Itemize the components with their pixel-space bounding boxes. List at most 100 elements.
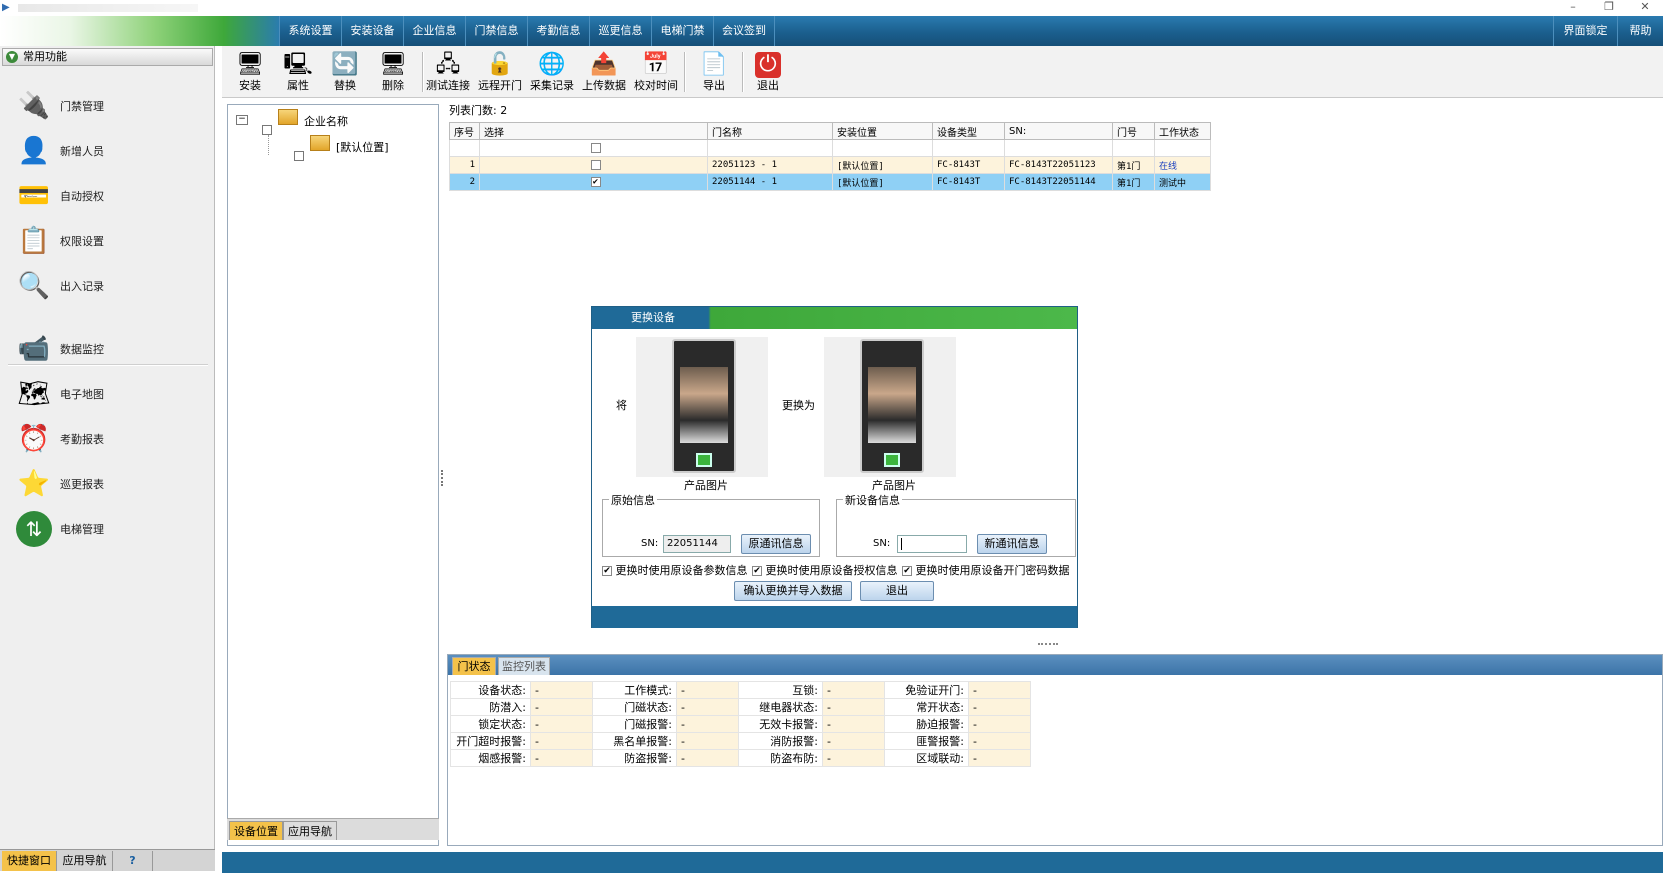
status-key: 区域联动: (884, 749, 969, 767)
original-info-legend: 原始信息 (609, 492, 657, 508)
properties-button[interactable]: 🖳 属性 (272, 50, 324, 96)
tree-root-label[interactable]: 企业名称 (304, 113, 348, 129)
col-door-no[interactable]: 门号 (1112, 122, 1155, 140)
new-info-legend: 新设备信息 (843, 492, 902, 508)
app-logo-icon: ▶ (2, 2, 10, 13)
menu-elevator-access[interactable]: 电梯门禁 (651, 16, 713, 46)
camera-icon: 📹 (17, 334, 51, 364)
check-use-params[interactable]: ✔ 更换时使用原设备参数信息 (602, 562, 748, 578)
nav-add-person[interactable]: 👤 新增人员 (12, 131, 202, 171)
tab-monitor-list[interactable]: 监控列表 (498, 657, 550, 675)
restore-button[interactable]: ❐ (1591, 0, 1627, 16)
menu-access-info[interactable]: 门禁信息 (465, 16, 527, 46)
tab-quick-window[interactable]: 快捷窗口 (2, 851, 57, 871)
common-functions-panel: ▼ 常用功能 🔌 门禁管理 👤 新增人员 💳 自动授权 📋 权限设置 🔍 出入记录 📹 数据… (0, 46, 215, 852)
dialog-exit-button[interactable]: 退出 (860, 581, 934, 601)
replace-button[interactable]: 🔄 替换 (319, 50, 371, 96)
col-work-status[interactable]: 工作状态 (1154, 122, 1211, 140)
menu-lock-interface[interactable]: 界面锁定 (1553, 16, 1617, 46)
menu-attendance-info[interactable]: 考勤信息 (527, 16, 589, 46)
dialog-title: 更换设备 (631, 311, 675, 324)
properties-icon: 🖳 (283, 52, 313, 77)
nav-label: 新增人员 (60, 145, 104, 158)
upload-data-button[interactable]: 📤 上传数据 (578, 50, 630, 96)
nav-label: 权限设置 (60, 235, 104, 248)
col-select[interactable]: 选择 (479, 122, 708, 140)
remote-open-button[interactable]: 🔓 远程开门 (474, 50, 526, 96)
col-location[interactable]: 安装位置 (832, 122, 933, 140)
replace-device-dialog: 更换设备 将 产品图片 更换为 产品图片 原始信息 SN: 22051144 原… (591, 306, 1078, 628)
nav-auto-authorize[interactable]: 💳 自动授权 (12, 176, 202, 216)
status-value: - (822, 749, 885, 767)
delete-button[interactable]: 🖥 删除 (367, 50, 419, 96)
toolbar-label: 替换 (334, 79, 356, 92)
original-comm-info-button[interactable]: 原通讯信息 (741, 534, 811, 554)
close-window-button[interactable]: ✕ (1627, 0, 1663, 16)
tree-collapse-toggle[interactable]: − (236, 115, 248, 125)
tab-door-status[interactable]: 门状态 (452, 657, 496, 675)
nav-access-records[interactable]: 🔍 出入记录 (12, 266, 202, 306)
col-sn[interactable]: SN: (1004, 122, 1113, 140)
nav-attendance-report[interactable]: ⏰ 考勤报表 (12, 419, 202, 459)
tab-app-navigation-tree[interactable]: 应用导航 (283, 821, 337, 840)
nav-elevator-management[interactable]: ⇅ 电梯管理 (12, 509, 202, 549)
confirm-replace-button[interactable]: 确认更换并导入数据 (734, 581, 852, 601)
replace-icon: 🔄 (331, 52, 359, 77)
col-no[interactable]: 序号 (449, 122, 480, 140)
tree-child-label[interactable]: [默认位置] (336, 139, 389, 155)
tab-app-navigation[interactable]: 应用导航 (57, 851, 113, 871)
status-key: 防盗布防: (738, 749, 823, 767)
nav-label: 考勤报表 (60, 433, 104, 446)
nav-permission-settings[interactable]: 📋 权限设置 (12, 221, 202, 261)
nav-electronic-map[interactable]: 🗺 电子地图 (12, 374, 202, 414)
toolbar-label: 远程开门 (478, 79, 522, 92)
nav-data-monitor[interactable]: 📹 数据监控 (12, 329, 202, 369)
window-title-blurred (18, 4, 198, 12)
menu-company-info[interactable]: 企业信息 (403, 16, 465, 46)
check-use-authorization[interactable]: ✔ 更换时使用原设备授权信息 (752, 562, 898, 578)
sync-time-button[interactable]: 📅 校对时间 (630, 50, 682, 96)
status-key: 开门超时报警: (450, 732, 531, 750)
minimize-button[interactable]: – (1555, 0, 1591, 16)
device-table: 序号 选择 门名称 安装位置 设备类型 SN: 门号 工作状态 1 220511… (449, 122, 1211, 191)
col-device-type[interactable]: 设备类型 (932, 122, 1005, 140)
menu-patrol-info[interactable]: 巡更信息 (589, 16, 651, 46)
toolbar-label: 删除 (382, 79, 404, 92)
cell-location: [默认位置] (832, 156, 933, 174)
vertical-splitter[interactable] (441, 470, 445, 486)
cell-work-status: 测试中 (1154, 173, 1211, 191)
nav-door-management[interactable]: 🔌 门禁管理 (12, 86, 202, 126)
help-icon[interactable]: ? (113, 851, 153, 871)
panel-header[interactable]: ▼ 常用功能 (2, 48, 213, 66)
collect-record-icon: 🌐 (538, 52, 566, 77)
new-sn-input[interactable] (897, 535, 967, 553)
tree-child-checkbox[interactable] (294, 151, 304, 161)
status-key: 工作模式: (592, 681, 677, 699)
menu-system-settings[interactable]: 系统设置 (279, 16, 341, 46)
collapse-arrow-icon: ▼ (6, 51, 18, 63)
install-button[interactable]: 🖥 安装 (224, 50, 276, 96)
table-row[interactable]: 1 22051123 - 1 [默认位置] FC-8143T FC-8143T2… (449, 156, 1211, 174)
row-checkbox[interactable] (590, 159, 601, 170)
menu-help[interactable]: 帮助 (1617, 16, 1663, 46)
collect-record-button[interactable]: 🌐 采集记录 (526, 50, 578, 96)
tab-device-location[interactable]: 设备位置 (229, 821, 283, 840)
select-all-checkbox[interactable] (590, 142, 601, 153)
table-row[interactable]: 2 ✔ 22051144 - 1 [默认位置] FC-8143T FC-8143… (449, 173, 1211, 191)
row-checkbox[interactable]: ✔ (590, 176, 601, 187)
cell-device-type: FC-8143T (932, 173, 1005, 191)
nav-patrol-report[interactable]: ⭐ 巡更报表 (12, 464, 202, 504)
exit-button[interactable]: ⏻ 退出 (742, 50, 794, 96)
filter-cell (479, 139, 708, 157)
export-button[interactable]: 📄 导出 (688, 50, 740, 96)
menu-meeting-signin[interactable]: 会议签到 (713, 16, 775, 46)
test-connection-button[interactable]: 🖧 测试连接 (422, 50, 474, 96)
check-use-door-password[interactable]: ✔ 更换时使用原设备开门密码数据 (902, 562, 1070, 578)
col-door-name[interactable]: 门名称 (707, 122, 833, 140)
new-comm-info-button[interactable]: 新通讯信息 (977, 534, 1047, 554)
check-label: 更换时使用原设备开门密码数据 (915, 564, 1070, 577)
horizontal-splitter[interactable] (1038, 643, 1058, 649)
tree-root-checkbox[interactable] (262, 125, 272, 135)
menu-install-device[interactable]: 安装设备 (341, 16, 403, 46)
cell-door-no: 第1门 (1112, 173, 1155, 191)
